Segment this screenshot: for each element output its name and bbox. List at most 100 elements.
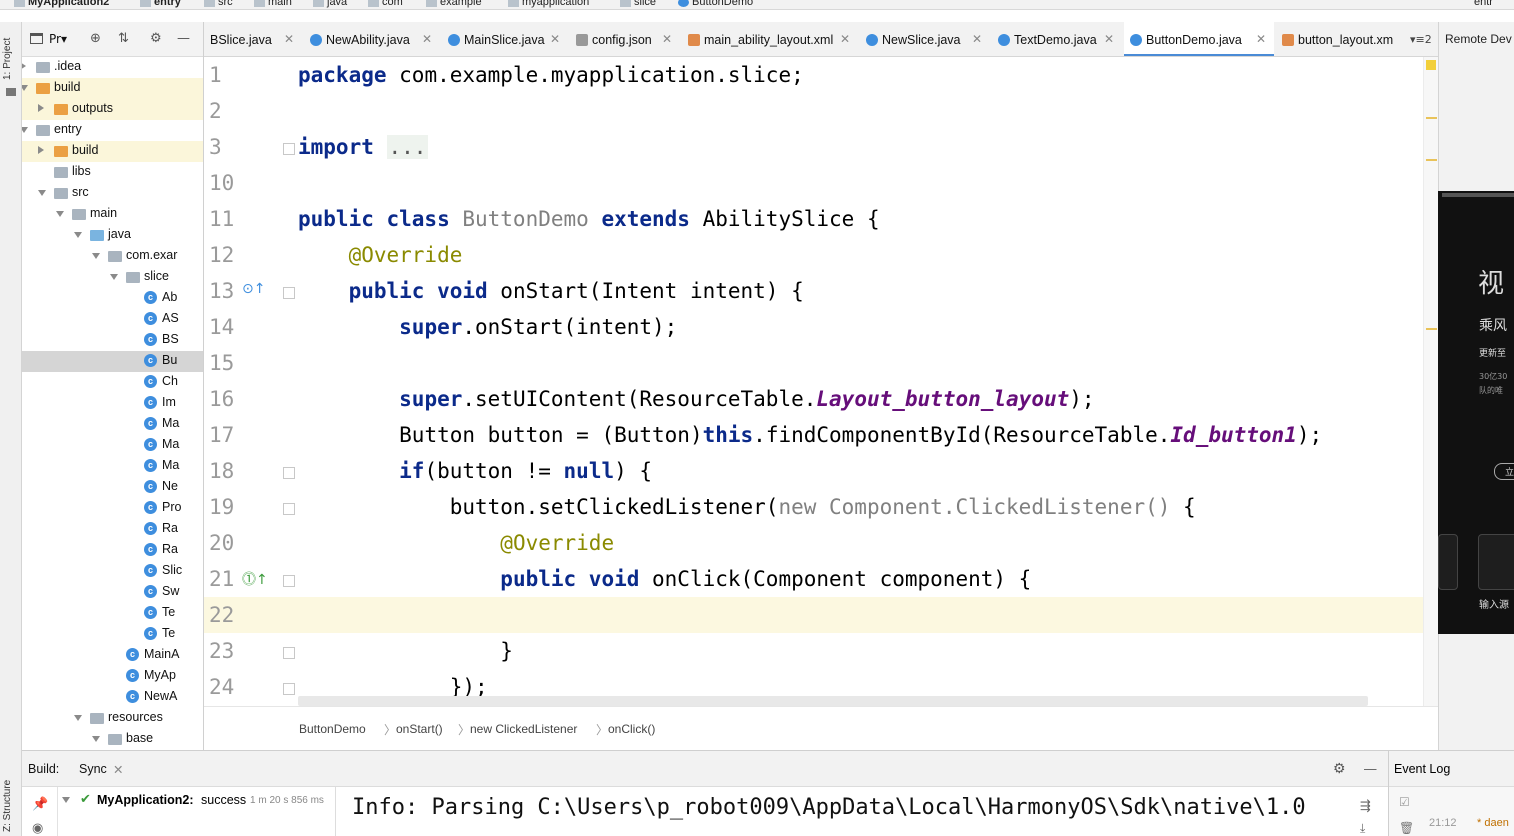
collapse-all-icon[interactable]: ⇅ xyxy=(118,31,129,46)
sync-tab[interactable]: Sync xyxy=(79,762,107,776)
tree-item[interactable]: build xyxy=(22,78,203,99)
tree-item[interactable]: c Ch xyxy=(22,372,203,393)
tree-item[interactable]: c Ra xyxy=(22,519,203,540)
tree-item[interactable]: c Ma xyxy=(22,456,203,477)
tree-item[interactable]: outputs xyxy=(22,99,203,120)
warning-marker[interactable] xyxy=(1426,159,1437,161)
preview-button[interactable]: 立 xyxy=(1494,463,1514,480)
tree-item[interactable]: c Te xyxy=(22,624,203,645)
soft-wrap-icon[interactable]: ⇶ xyxy=(1360,799,1371,814)
structure-tool-tab[interactable]: Z: Structure xyxy=(2,780,13,832)
editor-tab[interactable]: NewAbility.java ✕ xyxy=(304,22,440,56)
chevron-right-icon[interactable] xyxy=(38,104,44,112)
tree-item[interactable]: c Pro xyxy=(22,498,203,519)
tree-item[interactable]: src xyxy=(22,183,203,204)
tree-item[interactable]: c NewA xyxy=(22,687,203,708)
tree-item[interactable]: entry xyxy=(22,120,203,141)
tree-item[interactable]: c MainA xyxy=(22,645,203,666)
tree-item[interactable]: libs xyxy=(22,162,203,183)
override-marker-icon[interactable]: ⊙↑ xyxy=(242,281,265,297)
tree-item[interactable]: c Ne xyxy=(22,477,203,498)
pin-icon[interactable]: 📌 xyxy=(32,797,48,812)
build-project-name[interactable]: MyApplication2: xyxy=(97,793,194,807)
close-icon[interactable]: ✕ xyxy=(1256,32,1266,46)
tree-item[interactable]: c Ma xyxy=(22,435,203,456)
chevron-down-icon[interactable] xyxy=(38,190,46,196)
tree-item[interactable]: java xyxy=(22,225,203,246)
device-preview[interactable]: 视 乘风 更新至 30亿30 队的唯 立 输入源 xyxy=(1438,191,1514,634)
close-icon[interactable]: ✕ xyxy=(662,32,672,46)
run-config-label[interactable]: entr xyxy=(1474,0,1493,8)
nav-crumb-main[interactable]: main xyxy=(254,0,292,8)
nav-crumb-com[interactable]: com xyxy=(368,0,403,8)
nav-crumb-entry[interactable]: entry xyxy=(140,0,181,8)
tab-overflow-button[interactable]: ▾≡2 xyxy=(1410,33,1432,46)
tree-item[interactable]: c Ma xyxy=(22,414,203,435)
tree-item[interactable]: c Im xyxy=(22,393,203,414)
editor-tab[interactable]: main_ability_layout.xml ✕ xyxy=(682,22,858,56)
nav-crumb-project[interactable]: MyApplication2 xyxy=(14,0,109,8)
editor-tab[interactable]: ButtonDemo.java ✕ xyxy=(1124,22,1274,56)
editor-tab[interactable]: MainSlice.java ✕ xyxy=(442,22,568,56)
hide-panel-icon[interactable]: — xyxy=(1364,762,1377,776)
editor-tab[interactable]: BSlice.java ✕ xyxy=(204,22,302,56)
vertical-scrollbar[interactable] xyxy=(1423,57,1438,706)
project-view-selector[interactable]: Pr▾ xyxy=(49,32,67,46)
event-log-title[interactable]: Event Log xyxy=(1394,762,1450,776)
tree-item[interactable]: c Sw xyxy=(22,582,203,603)
breadcrumb-class[interactable]: ButtonDemo xyxy=(299,722,366,736)
code-area[interactable]: package com.example.myapplication.slice;… xyxy=(290,57,1438,706)
tree-item[interactable]: c Bu xyxy=(22,351,203,372)
project-tool-tab[interactable]: 1: Project xyxy=(2,38,13,80)
expand-arrow-icon[interactable] xyxy=(62,797,70,803)
tree-item[interactable]: c MyAp xyxy=(22,666,203,687)
chevron-down-icon[interactable] xyxy=(56,211,64,217)
chevron-down-icon[interactable] xyxy=(74,232,82,238)
nav-crumb-src[interactable]: src xyxy=(204,0,233,8)
nav-crumb-slice[interactable]: slice xyxy=(620,0,656,8)
gear-icon[interactable]: ⚙ xyxy=(1333,760,1346,777)
remote-device-tab[interactable]: Remote Dev xyxy=(1445,32,1512,46)
tree-item[interactable]: c Ra xyxy=(22,540,203,561)
breadcrumb-listener[interactable]: new ClickedListener xyxy=(470,722,577,736)
close-icon[interactable]: ✕ xyxy=(113,762,123,777)
tree-item[interactable]: c Slic xyxy=(22,561,203,582)
editor-tab[interactable]: NewSlice.java ✕ xyxy=(860,22,990,56)
chevron-down-icon[interactable] xyxy=(74,715,82,721)
chevron-down-icon[interactable] xyxy=(22,127,28,133)
nav-crumb-java[interactable]: java xyxy=(313,0,347,8)
implement-marker-icon[interactable]: ⓵↑ xyxy=(242,569,268,589)
horizontal-scrollbar[interactable] xyxy=(298,696,1368,706)
hide-panel-icon[interactable]: — xyxy=(177,31,190,46)
close-icon[interactable]: ✕ xyxy=(284,32,294,46)
close-icon[interactable]: ✕ xyxy=(422,32,432,46)
chevron-right-icon[interactable] xyxy=(22,62,26,70)
eye-icon[interactable]: ◉ xyxy=(32,821,43,836)
tree-item[interactable]: c Ab xyxy=(22,288,203,309)
tree-item[interactable]: resources xyxy=(22,708,203,729)
close-icon[interactable]: ✕ xyxy=(550,32,560,46)
warning-marker[interactable] xyxy=(1426,328,1437,330)
tree-item[interactable]: base xyxy=(22,729,203,750)
close-icon[interactable]: ✕ xyxy=(840,32,850,46)
scroll-end-icon[interactable]: ⤓ xyxy=(1360,821,1365,836)
chevron-down-icon[interactable] xyxy=(110,274,118,280)
close-icon[interactable]: ✕ xyxy=(972,32,982,46)
close-icon[interactable]: ✕ xyxy=(1104,32,1114,46)
breadcrumb-onclick[interactable]: onClick() xyxy=(608,722,655,736)
nav-crumb-example[interactable]: example xyxy=(426,0,482,8)
breadcrumb-method[interactable]: onStart() xyxy=(396,722,443,736)
trash-icon[interactable]: 🗑 xyxy=(1399,821,1414,835)
event-entry[interactable]: * daen xyxy=(1477,817,1509,829)
tree-item[interactable]: build xyxy=(22,141,203,162)
tree-item[interactable]: slice xyxy=(22,267,203,288)
code-editor[interactable]: 1 2 3 10 11 12 13 ⊙↑ 14 15 16 17 18 19 20 21 ⓵↑ 22 23 24 pa… xyxy=(204,57,1438,706)
checklist-icon[interactable]: ☑ xyxy=(1399,795,1410,809)
locate-icon[interactable]: ⊕ xyxy=(90,31,101,46)
tree-item[interactable]: com.exar xyxy=(22,246,203,267)
nav-crumb-myapplication[interactable]: myapplication xyxy=(508,0,589,8)
editor-tab[interactable]: button_layout.xm xyxy=(1276,22,1406,56)
tree-item[interactable]: c AS xyxy=(22,309,203,330)
gear-icon[interactable]: ⚙ xyxy=(150,31,162,46)
tree-item[interactable]: main xyxy=(22,204,203,225)
